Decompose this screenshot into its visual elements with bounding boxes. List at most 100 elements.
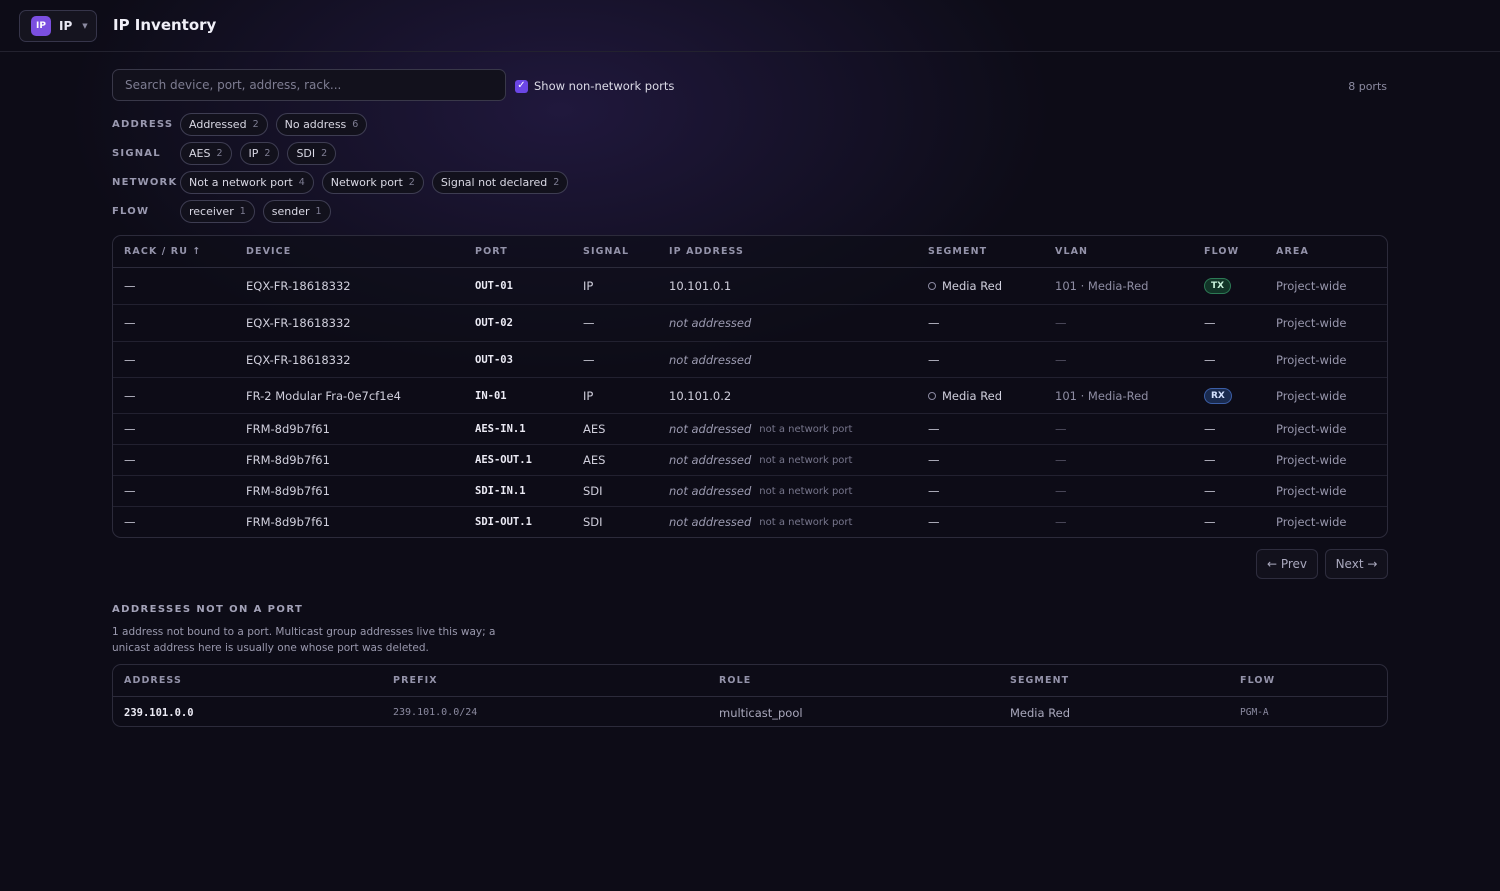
ip-note: not a network port: [759, 516, 853, 528]
table-row[interactable]: — EQX-FR-18618332 OUT-02 — not addressed…: [113, 304, 1387, 341]
ip-cell: not addressed not a network port: [669, 445, 852, 475]
column-header-port[interactable]: PORT: [475, 236, 508, 267]
column-header-device[interactable]: DEVICE: [246, 236, 291, 267]
ip-cell: 10.101.0.1: [669, 279, 732, 293]
filter-chip-network-port[interactable]: Network port 2: [321, 171, 424, 194]
chip-count: 2: [321, 148, 328, 159]
prefix-cell: 239.101.0.0/24: [393, 707, 478, 718]
filter-chip-sdi[interactable]: SDI 2: [287, 142, 337, 165]
flow-cell: —: [1204, 422, 1216, 436]
table-row[interactable]: — FR-2 Modular Fra-0e7cf1e4 IN-01 IP 10.…: [113, 377, 1387, 413]
device-cell: EQX-FR-18618332: [246, 279, 351, 293]
device-cell: FRM-8d9b7f61: [246, 515, 330, 529]
filter-chip-no-address[interactable]: No address 6: [275, 113, 368, 136]
filter-chip-aes[interactable]: AES 2: [180, 142, 232, 165]
vlan-cell: —: [1055, 484, 1067, 498]
segment-cell: —: [928, 316, 940, 330]
chip-count: 2: [216, 148, 223, 159]
signal-cell: IP: [583, 388, 594, 403]
segment-cell: Media Red: [928, 268, 1002, 304]
table-row[interactable]: — EQX-FR-18618332 OUT-03 — not addressed…: [113, 341, 1387, 377]
ip-value: not addressed: [669, 484, 752, 498]
search-input[interactable]: [112, 69, 506, 101]
vlan-cell: 101 · Media-Red: [1055, 279, 1149, 293]
app-badge-icon: IP: [31, 16, 51, 36]
area-cell: Project-wide: [1276, 422, 1347, 436]
unbound-addresses-table: ADDRESS PREFIX ROLE SEGMENT FLOW 239.101…: [112, 664, 1388, 727]
vlan-cell: —: [1055, 453, 1067, 467]
next-page-button[interactable]: Next →: [1325, 549, 1388, 579]
table-row[interactable]: — EQX-FR-18618332 OUT-01 IP 10.101.0.1 M…: [113, 268, 1387, 304]
chip-count: 4: [298, 177, 305, 188]
chip-count: 1: [239, 206, 246, 217]
rack-cell: —: [124, 422, 136, 436]
column-header-flow[interactable]: FLOW: [1204, 236, 1239, 267]
column-header-signal[interactable]: SIGNAL: [583, 236, 629, 267]
filter-chip-addressed[interactable]: Addressed 2: [180, 113, 268, 136]
area-cell: Project-wide: [1276, 515, 1347, 529]
segment-cell: Media Red: [928, 378, 1002, 413]
vlan-cell: —: [1055, 352, 1067, 367]
segment-dot-icon: [928, 282, 936, 290]
flow-cell: —: [1204, 484, 1216, 498]
rack-cell: —: [124, 453, 136, 467]
flow-cell: —: [1204, 316, 1216, 330]
show-non-network-toggle[interactable]: ✓ Show non-network ports: [515, 79, 674, 93]
flow-cell: TX: [1204, 268, 1232, 304]
vlan-cell: 101 · Media-Red: [1055, 388, 1149, 403]
column-header-rack[interactable]: RACK / RU ↑: [124, 236, 201, 267]
filter-label: FLOW: [112, 206, 150, 217]
column-header-flow[interactable]: FLOW: [1240, 665, 1275, 696]
column-header-role[interactable]: ROLE: [719, 665, 751, 696]
chip-label: Signal not declared: [440, 176, 548, 189]
device-cell: FR-2 Modular Fra-0e7cf1e4: [246, 388, 401, 403]
chip-label: IP: [248, 147, 259, 160]
column-header-area[interactable]: AREA: [1276, 236, 1309, 267]
table-row[interactable]: — FRM-8d9b7f61 AES-OUT.1 AES not address…: [113, 444, 1387, 475]
table-row[interactable]: — FRM-8d9b7f61 SDI-OUT.1 SDI not address…: [113, 506, 1387, 537]
chip-label: SDI: [296, 147, 316, 160]
rack-cell: —: [124, 316, 136, 330]
filter-row-signal: SIGNAL AES 2 IP 2 SDI 2: [112, 142, 344, 165]
filter-chip-receiver[interactable]: receiver 1: [180, 200, 255, 223]
filter-chip-sender[interactable]: sender 1: [262, 200, 331, 223]
filter-chip-signal-not-declared[interactable]: Signal not declared 2: [431, 171, 569, 194]
prev-page-button[interactable]: ← Prev: [1256, 549, 1318, 579]
filter-chip-ip[interactable]: IP 2: [239, 142, 280, 165]
column-header-prefix[interactable]: PREFIX: [393, 665, 438, 696]
signal-cell: AES: [583, 453, 606, 467]
flow-badge-rx: RX: [1204, 387, 1232, 404]
port-cell: SDI-IN.1: [475, 485, 526, 497]
signal-cell: —: [583, 352, 595, 367]
column-header-ip[interactable]: IP ADDRESS: [669, 236, 744, 267]
column-header-segment[interactable]: SEGMENT: [1010, 665, 1069, 696]
signal-cell: SDI: [583, 515, 603, 529]
column-header-vlan[interactable]: VLAN: [1055, 236, 1088, 267]
app-switcher[interactable]: IP IP ▼: [19, 10, 97, 42]
table-row[interactable]: 239.101.0.0 239.101.0.0/24 multicast_poo…: [113, 697, 1387, 726]
chip-label: Network port: [330, 176, 403, 189]
table-row[interactable]: — FRM-8d9b7f61 SDI-IN.1 SDI not addresse…: [113, 475, 1387, 506]
signal-cell: SDI: [583, 484, 603, 498]
rack-cell: —: [124, 352, 136, 367]
ip-cell: not addressed not a network port: [669, 507, 852, 537]
section-title-unbound: ADDRESSES NOT ON A PORT: [112, 604, 304, 615]
table-row[interactable]: — FRM-8d9b7f61 AES-IN.1 AES not addresse…: [113, 413, 1387, 444]
flow-cell: PGM-A: [1240, 707, 1269, 718]
toggle-label: Show non-network ports: [534, 79, 675, 93]
column-header-address[interactable]: ADDRESS: [124, 665, 182, 696]
ip-value: not addressed: [669, 453, 752, 467]
filter-label: ADDRESS: [112, 119, 174, 130]
segment-cell: —: [928, 515, 940, 529]
segment-label: Media Red: [942, 279, 1003, 293]
area-cell: Project-wide: [1276, 279, 1347, 293]
chip-count: 6: [352, 119, 359, 130]
vlan-cell: —: [1055, 316, 1067, 330]
chip-label: No address: [284, 118, 347, 131]
ip-cell: 10.101.0.2: [669, 388, 732, 403]
area-cell: Project-wide: [1276, 316, 1347, 330]
chip-label: Addressed: [189, 118, 247, 131]
checkbox-checked-icon[interactable]: ✓: [515, 79, 528, 93]
filter-chip-not-network-port[interactable]: Not a network port 4: [180, 171, 314, 194]
column-header-segment[interactable]: SEGMENT: [928, 236, 987, 267]
